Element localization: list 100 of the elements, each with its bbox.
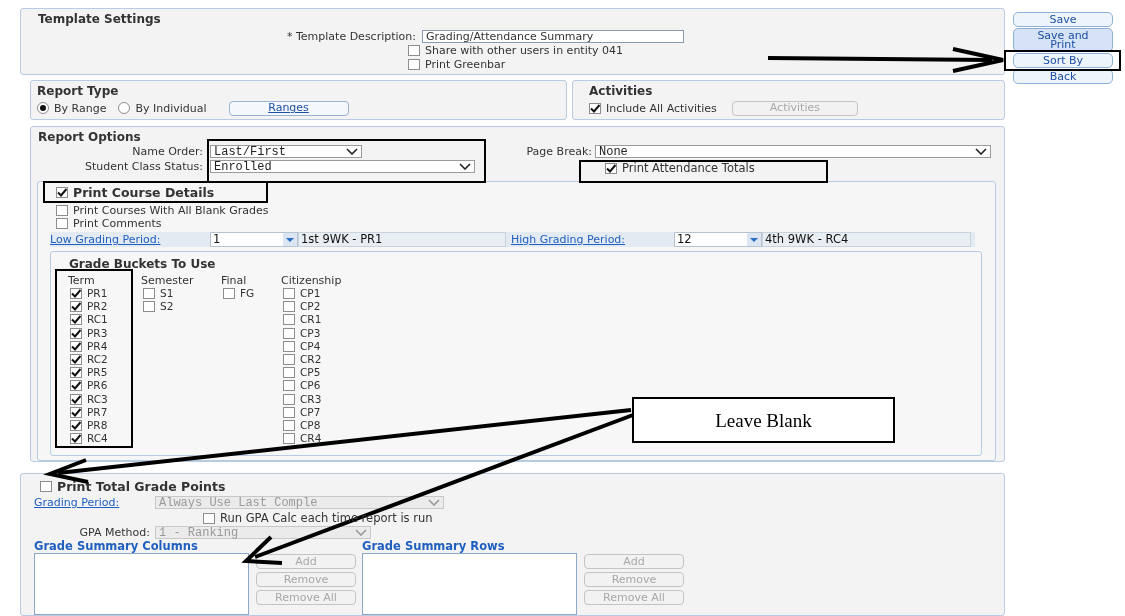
- checkbox[interactable]: [223, 288, 235, 300]
- section-title: Report Options: [38, 130, 142, 144]
- checkbox-label: PR8: [87, 418, 108, 432]
- checkbox-label: Print Greenbar: [425, 58, 506, 71]
- checkbox[interactable]: [283, 393, 295, 405]
- checkbox-label: Print Courses With All Blank Grades: [73, 204, 269, 217]
- checkbox-label: CP6: [300, 379, 321, 393]
- checkbox[interactable]: [70, 301, 82, 313]
- chevron-icon: [346, 148, 358, 155]
- checkbox[interactable]: [283, 340, 295, 352]
- checkbox[interactable]: [70, 354, 82, 366]
- link[interactable]: Low Grading Period:: [50, 233, 210, 246]
- field-label: Name Order:: [131, 145, 203, 158]
- checkbox[interactable]: [70, 380, 82, 392]
- checkbox-label: RC3: [87, 392, 108, 406]
- dropdown[interactable]: Last/First: [210, 145, 362, 158]
- checkbox-label: Include All Activities: [606, 101, 717, 115]
- checkbox[interactable]: [283, 314, 295, 326]
- checkbox-label: CR4: [300, 432, 322, 446]
- checkbox-label: Run GPA Calc each time report is run: [220, 512, 433, 525]
- checkbox[interactable]: [283, 380, 295, 392]
- chevron-icon: [355, 529, 367, 536]
- checkbox[interactable]: [56, 205, 68, 216]
- link[interactable]: High Grading Period:: [511, 233, 674, 246]
- checkbox-label: S2: [160, 300, 174, 314]
- checkbox[interactable]: [70, 288, 82, 300]
- radio-button[interactable]: [118, 102, 131, 115]
- section-title: Template Settings: [38, 12, 162, 26]
- checkbox[interactable]: [283, 367, 295, 379]
- checkbox-label: CP7: [300, 405, 321, 419]
- checkbox-label: PR5: [87, 366, 108, 380]
- checkbox[interactable]: [408, 59, 420, 70]
- checkbox-label: PR6: [87, 379, 108, 393]
- column-heading: Term: [68, 274, 96, 287]
- checkbox[interactable]: [40, 481, 52, 492]
- checkbox-label: CR3: [300, 392, 322, 406]
- list-box[interactable]: [34, 553, 249, 615]
- checkbox[interactable]: [70, 340, 82, 352]
- chevron-icon: [428, 499, 440, 506]
- checkbox[interactable]: [70, 419, 82, 431]
- dropdown[interactable]: 1: [210, 232, 298, 247]
- chevron-icon: [975, 148, 987, 155]
- checkbox[interactable]: [203, 513, 215, 524]
- input-field[interactable]: Grading/Attendance Summary: [422, 30, 684, 43]
- action-button[interactable]: Sort By: [1013, 53, 1113, 68]
- chevron-icon: [459, 163, 471, 170]
- radio-label: By Range: [54, 101, 107, 115]
- checkbox[interactable]: [70, 406, 82, 418]
- checkbox-label: Print Total Grade Points: [57, 480, 226, 493]
- dropdown[interactable]: 12: [674, 232, 762, 247]
- checkbox-label: PR2: [87, 300, 108, 314]
- checkbox[interactable]: [283, 301, 295, 313]
- checkbox[interactable]: [589, 102, 601, 114]
- column-heading: Semester: [141, 274, 195, 287]
- checkbox-label: FG: [240, 287, 255, 301]
- checkbox[interactable]: [283, 327, 295, 339]
- checkbox-label: Print Attendance Totals: [622, 162, 755, 175]
- button[interactable]: Ranges: [228, 100, 349, 116]
- checkbox-label: PR3: [87, 326, 108, 340]
- callout: Leave Blank: [632, 397, 895, 443]
- action-button[interactable]: Save: [1013, 12, 1113, 27]
- radio-button[interactable]: [37, 102, 49, 115]
- list-title: Grade Summary Columns: [34, 540, 199, 553]
- field-label: * Template Description:: [285, 30, 416, 43]
- list-box[interactable]: [362, 553, 577, 615]
- checkbox[interactable]: [70, 314, 82, 326]
- checkbox[interactable]: [283, 419, 295, 431]
- checkbox[interactable]: [283, 354, 295, 366]
- column-heading: Final: [221, 274, 248, 287]
- checkbox[interactable]: [605, 163, 617, 174]
- checkbox-label: RC1: [87, 313, 108, 327]
- checkbox[interactable]: [283, 406, 295, 418]
- checkbox-label: CP3: [300, 326, 321, 340]
- checkbox[interactable]: [70, 327, 82, 339]
- checkbox[interactable]: [143, 288, 155, 300]
- checkbox-label: Share with other users in entity 041: [425, 44, 624, 57]
- action-button[interactable]: Save and Print: [1013, 28, 1113, 52]
- field-label: Student Class Status:: [84, 160, 203, 173]
- checkbox[interactable]: [56, 218, 68, 229]
- checkbox[interactable]: [70, 367, 82, 379]
- dropdown[interactable]: None: [595, 145, 991, 158]
- checkbox[interactable]: [283, 288, 295, 300]
- read-only-field: 1st 9WK - PR1: [298, 232, 506, 247]
- radio-label: By Individual: [135, 101, 207, 115]
- checkbox-label: PR1: [87, 287, 108, 301]
- checkbox-label: PR4: [87, 339, 108, 353]
- section-title: Activities: [589, 83, 654, 98]
- checkbox[interactable]: [56, 187, 68, 198]
- column-heading: Citizenship: [281, 274, 343, 287]
- checkbox-label: CP5: [300, 366, 321, 380]
- checkbox[interactable]: [408, 45, 420, 56]
- checkbox[interactable]: [70, 393, 82, 405]
- checkbox-label: RC2: [87, 353, 108, 367]
- checkbox[interactable]: [283, 433, 295, 445]
- list-title: Grade Summary Rows: [362, 540, 506, 553]
- dropdown[interactable]: Enrolled: [210, 160, 475, 173]
- checkbox[interactable]: [70, 433, 82, 445]
- checkbox-label: Print Comments: [73, 217, 162, 230]
- checkbox-label: CP2: [300, 300, 321, 314]
- checkbox[interactable]: [143, 301, 155, 313]
